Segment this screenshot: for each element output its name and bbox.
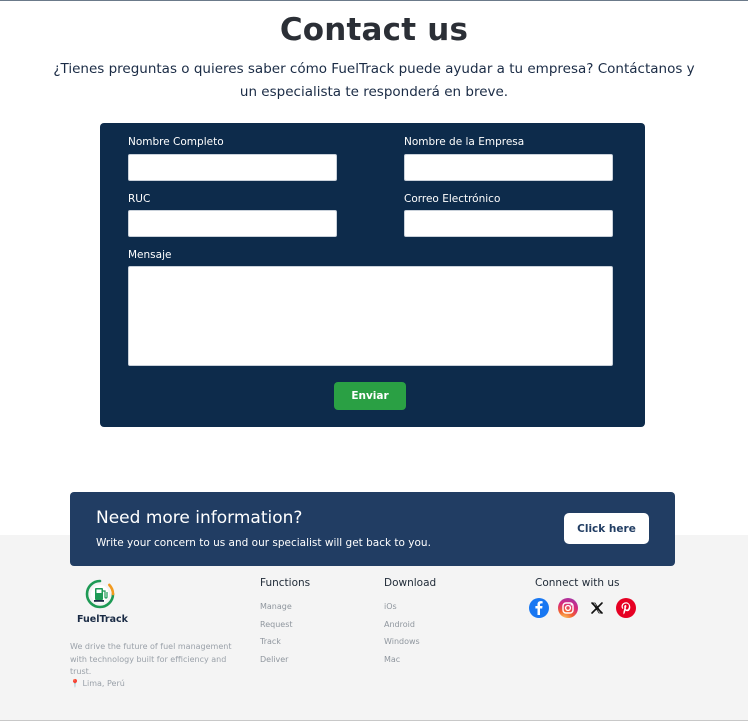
download-link-android[interactable]: Android	[384, 620, 415, 629]
message-label: Mensaje	[128, 249, 172, 261]
location-pin-icon: 📍	[70, 679, 80, 688]
ruc-label: RUC	[128, 193, 151, 205]
cta-text: Write your concern to us and our special…	[96, 537, 431, 549]
fueltrack-logo[interactable]: FuelTrack	[77, 579, 128, 625]
functions-title: Functions	[260, 577, 311, 589]
full-name-input[interactable]	[128, 154, 337, 181]
download-link-windows[interactable]: Windows	[384, 637, 420, 646]
download-link-ios[interactable]: iOs	[384, 602, 397, 611]
message-textarea[interactable]	[128, 266, 613, 366]
ruc-input[interactable]	[128, 210, 337, 237]
cta-title: Need more information?	[96, 508, 303, 528]
logo-text: FuelTrack	[77, 614, 128, 625]
download-link-mac[interactable]: Mac	[384, 655, 400, 664]
connect-title: Connect with us	[535, 577, 620, 589]
location: 📍 Lima, Perú	[70, 679, 125, 688]
fuel-pump-icon	[85, 579, 115, 609]
facebook-icon[interactable]	[529, 598, 549, 618]
functions-link-manage[interactable]: Manage	[260, 602, 292, 611]
page-subtitle: ¿Tienes preguntas o quieres saber cómo F…	[53, 61, 695, 100]
location-text: Lima, Perú	[82, 679, 125, 688]
functions-link-deliver[interactable]: Deliver	[260, 655, 288, 664]
submit-button[interactable]: Enviar	[334, 382, 406, 410]
company-name-label: Nombre de la Empresa	[404, 136, 525, 148]
page-title: Contact us	[279, 12, 469, 48]
about-text: We drive the future of fuel management w…	[70, 642, 232, 676]
email-label: Correo Electrónico	[404, 193, 501, 205]
x-icon[interactable]	[587, 598, 607, 618]
download-title: Download	[384, 577, 437, 589]
company-name-input[interactable]	[404, 154, 613, 181]
click-here-button[interactable]: Click here	[564, 513, 649, 544]
instagram-icon[interactable]	[558, 598, 578, 618]
functions-link-request[interactable]: Request	[260, 620, 293, 629]
pinterest-icon[interactable]	[616, 598, 636, 618]
email-input[interactable]	[404, 210, 613, 237]
full-name-label: Nombre Completo	[128, 136, 224, 148]
cta-banner: Need more information? Write your concer…	[70, 492, 675, 566]
functions-link-track[interactable]: Track	[260, 637, 281, 646]
contact-form: Nombre Completo Nombre de la Empresa RUC…	[100, 123, 645, 427]
